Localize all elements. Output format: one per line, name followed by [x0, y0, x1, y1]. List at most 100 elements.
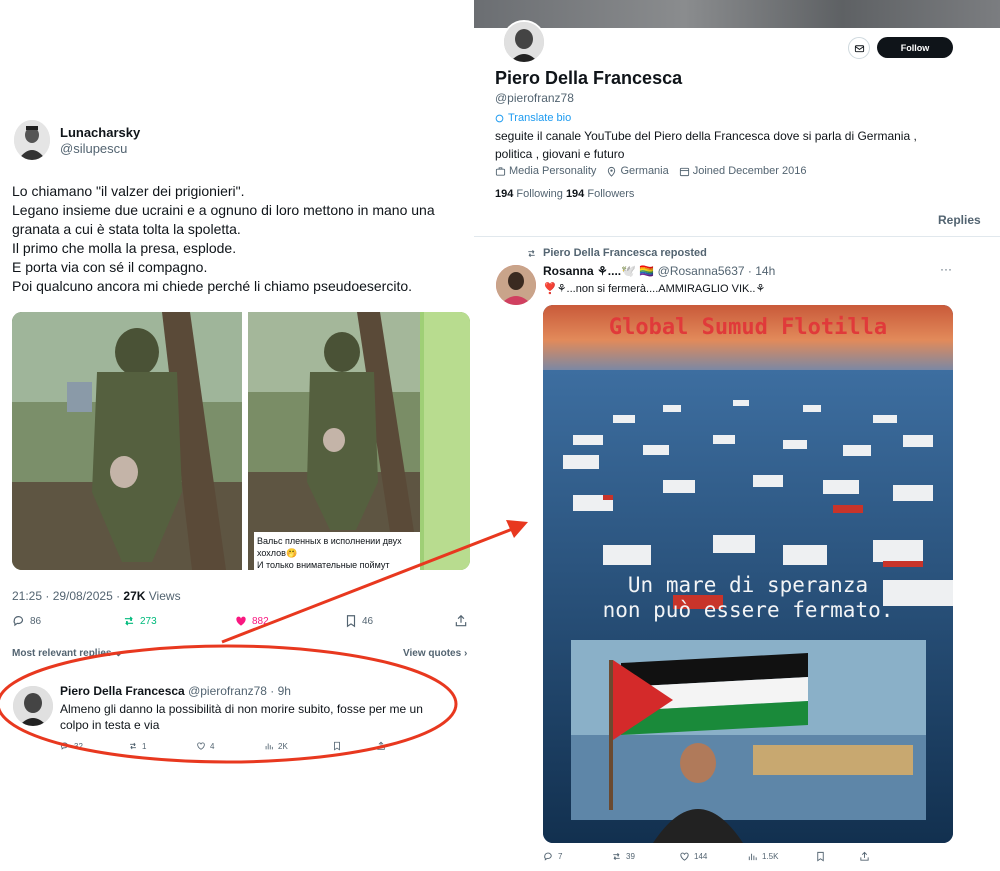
caption-line: И только внимательные поймут — [257, 560, 390, 570]
repost-icon — [130, 742, 136, 750]
share-icon — [860, 851, 869, 861]
reply-text-line: Almeno gli danno la possibilità di non m… — [60, 702, 423, 716]
bookmark-button[interactable]: 46 — [344, 614, 373, 628]
joined-label: Joined December 2016 — [692, 165, 807, 177]
repost-header: Rosanna ⚘....🕊️ 🏳️‍🌈 @Rosanna5637 · 14h — [543, 264, 775, 278]
profile-info-row: Media Personality Germania Joined Decemb… — [495, 165, 806, 177]
repost-bookmark-button[interactable] — [815, 851, 826, 862]
bookmark-icon — [346, 615, 356, 628]
view-quotes-link[interactable]: View quotes › — [403, 648, 467, 659]
reply-icon — [544, 852, 552, 861]
reply-author-meta[interactable]: @pierofranz78 · 9h — [185, 684, 291, 698]
reply-bookmark-button[interactable] — [332, 741, 342, 751]
author-handle[interactable]: @silupescu — [60, 141, 127, 156]
repost-icon — [124, 616, 134, 626]
calendar-icon — [679, 167, 689, 176]
repost-reply-count: 7 — [558, 852, 563, 861]
reply-author-name[interactable]: Piero Della Francesca — [60, 684, 185, 698]
reply-like-button[interactable]: 4 — [196, 741, 214, 751]
repost-icon — [613, 852, 620, 861]
profile-handle: @pierofranz78 — [495, 91, 574, 105]
reply-author-avatar[interactable] — [13, 686, 53, 726]
reply-views[interactable]: 2K — [264, 741, 288, 751]
profile-location: Germania — [606, 165, 669, 177]
caption-line: Вальс пленных в исполнении двух — [257, 536, 402, 546]
repost-views[interactable]: 1.5K — [747, 851, 778, 862]
following-label[interactable]: Following — [513, 188, 566, 200]
follow-stats: 194 Following 194 Followers — [495, 188, 634, 200]
repost-reply-button[interactable]: 7 — [543, 851, 562, 862]
repost-author-meta[interactable]: @Rosanna5637 · 14h — [654, 264, 776, 278]
reply-repost-button[interactable]: 1 — [128, 741, 146, 751]
repost-author-avatar[interactable] — [496, 265, 536, 305]
share-button[interactable] — [454, 614, 468, 628]
share-icon — [377, 741, 385, 750]
tweet-text-line: Poi qualcuno ancora mi chiede perché li … — [12, 278, 413, 294]
more-options-icon[interactable]: ··· — [940, 262, 952, 276]
reply-like-count: 4 — [210, 741, 215, 751]
timestamp-text[interactable]: 21:25 · 29/08/2025 · — [12, 589, 123, 603]
follow-button[interactable]: Follow — [877, 37, 953, 58]
repost-button[interactable]: 273 — [122, 614, 157, 628]
tab-replies[interactable]: Replies — [938, 213, 981, 227]
repost-like-count: 144 — [694, 852, 708, 861]
globe-icon — [495, 114, 504, 122]
reposted-indicator: Piero Della Francesca reposted — [526, 247, 707, 259]
reply-views-count: 2K — [278, 741, 288, 751]
reply-actions: 32 1 4 2K — [60, 741, 400, 753]
following-count[interactable]: 194 — [495, 188, 513, 200]
profile-avatar[interactable] — [502, 20, 546, 64]
reposted-label[interactable]: Piero Della Francesca reposted — [543, 247, 707, 259]
category-label: Media Personality — [509, 165, 597, 177]
reply-button[interactable]: 86 — [12, 614, 41, 628]
views-count: 27K — [123, 589, 146, 603]
heart-icon — [236, 616, 246, 626]
repost-text: ❣️⚘...non si fermerà....AMMIRAGLIO VIK..… — [543, 283, 766, 295]
reply-repost-count: 1 — [142, 741, 147, 751]
reply-icon — [61, 742, 68, 750]
tweet-text-line: granata a cui è stata tolta la spoletta. — [12, 221, 241, 237]
views-icon — [265, 743, 273, 750]
bio-line: seguite il canale YouTube del Piero dell… — [495, 129, 917, 143]
translate-bio-label: Translate bio — [508, 112, 572, 124]
replies-sort-dropdown[interactable]: Most relevant replies ⌄ — [12, 648, 123, 659]
slogan-line: non può essere fermato. — [602, 598, 894, 622]
views-label: Views — [145, 589, 181, 603]
reply-share-button[interactable] — [376, 741, 386, 751]
profile-joined: Joined December 2016 — [679, 165, 807, 177]
reply-icon — [13, 616, 24, 627]
repost-author-name[interactable]: Rosanna ⚘....🕊️ 🏳️‍🌈 — [543, 264, 654, 278]
mail-icon — [854, 44, 864, 52]
profile-bio: seguite il canale YouTube del Piero dell… — [495, 127, 975, 163]
repost-repost-button[interactable]: 39 — [611, 851, 635, 862]
like-count: 882 — [252, 615, 269, 627]
tweet-text-line: Il primo che molla la presa, esplode. — [12, 240, 237, 256]
followers-count[interactable]: 194 — [566, 188, 584, 200]
location-pin-icon — [608, 166, 616, 177]
bio-line: politica , giovani e futuro — [495, 147, 625, 161]
reply-reply-button[interactable]: 32 — [60, 741, 83, 751]
right-profile-panel: Follow Piero Della Francesca @pierofranz… — [474, 0, 1000, 871]
tweet-actions: 86 273 882 46 — [12, 614, 470, 630]
tweet-text-line: E porta via con sé il compagno. — [12, 259, 208, 275]
tweet-text-line: Lo chiamano "il valzer dei prigionieri". — [12, 183, 245, 199]
repost-repost-count: 39 — [626, 852, 635, 861]
share-icon — [455, 614, 467, 627]
tweet-text: Lo chiamano "il valzer dei prigionieri".… — [12, 182, 462, 296]
message-button[interactable] — [848, 37, 870, 59]
profile-name: Piero Della Francesca — [495, 68, 683, 88]
translate-bio-link[interactable]: Translate bio — [495, 112, 571, 124]
views-icon — [748, 853, 757, 861]
reply-reply-count: 32 — [74, 741, 83, 751]
heart-icon — [197, 742, 205, 750]
bookmark-icon — [817, 851, 824, 862]
like-button[interactable]: 882 — [234, 614, 269, 628]
caption-line: хохлов🤭 — [257, 548, 298, 558]
location-label: Germania — [620, 165, 669, 177]
flotilla-image[interactable]: Global Sumud Flotilla Un mare di speranz… — [543, 305, 953, 843]
repost-share-button[interactable] — [859, 851, 870, 862]
followers-label[interactable]: Followers — [584, 188, 634, 200]
author-avatar[interactable] — [14, 120, 50, 160]
author-name[interactable]: Lunacharsky — [60, 125, 140, 140]
repost-like-button[interactable]: 144 — [679, 851, 707, 862]
